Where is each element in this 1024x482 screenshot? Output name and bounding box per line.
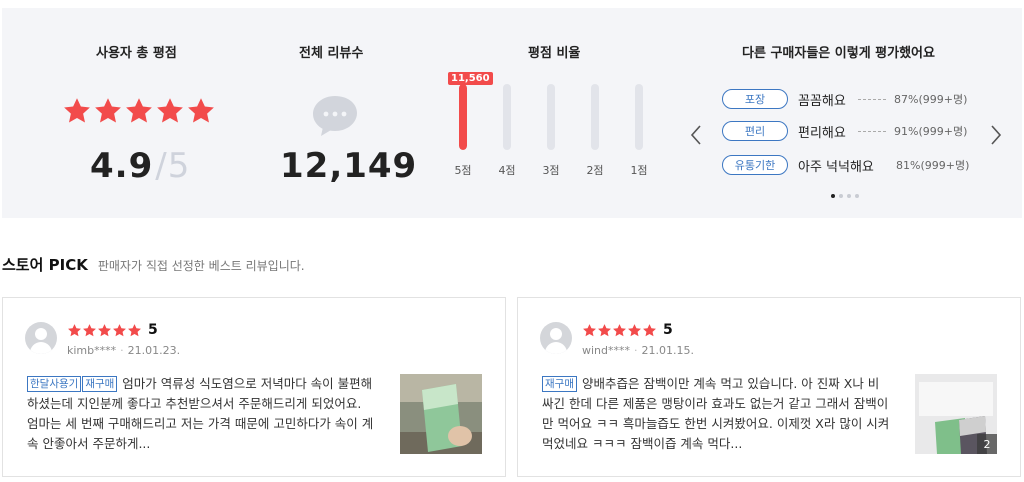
review-card[interactable]: 5 wind**** · 21.01.15. 재구매 양배추즙은 잠백이만 계속 먹… xyxy=(517,297,1021,477)
distribution-bar xyxy=(547,84,555,150)
star-icon xyxy=(126,98,152,123)
review-text[interactable]: 재구매 양배추즙은 잠백이만 계속 먹고 있습니다. 아 진짜 X나 비싸긴 한… xyxy=(542,374,890,454)
star-icon xyxy=(583,323,596,336)
avg-rating-title: 사용자 총 평점 xyxy=(96,46,177,61)
carousel-dot[interactable] xyxy=(847,194,851,198)
avg-rating-slash: / xyxy=(155,146,168,186)
store-pick-title: 스토어 PICK xyxy=(2,256,88,274)
star-icon xyxy=(188,98,214,123)
review-stars: 5 xyxy=(67,322,158,338)
chevron-left-icon[interactable] xyxy=(690,124,702,152)
rating-distribution-chart: 5점 11,560 4점 3점 2점 1점 xyxy=(448,72,668,188)
evaluation-row: 편리 편리해요 91%(999+명) xyxy=(722,120,967,142)
avg-rating-stars xyxy=(62,96,216,126)
speech-bubble-icon xyxy=(313,96,357,136)
distribution-label: 1점 xyxy=(630,164,648,177)
distribution-bar xyxy=(635,84,643,150)
star-icon xyxy=(157,98,183,123)
evaluation-title: 다른 구매자들은 이렇게 평가했어요 xyxy=(742,46,935,61)
evaluation-percent: 91%(999+명) xyxy=(894,125,968,138)
review-stars: 5 xyxy=(582,322,673,338)
avg-rating-score: 4.9/5 xyxy=(90,146,190,186)
star-icon xyxy=(113,323,126,336)
distribution-label: 2점 xyxy=(586,164,604,177)
carousel-dot[interactable] xyxy=(855,194,859,198)
rating-summary-panel: 사용자 총 평점 4.9/5 전체 리뷰수 12,149 평점 비율 5점 11,… xyxy=(2,8,1022,218)
distribution-bar xyxy=(503,84,511,150)
star-icon xyxy=(628,323,641,336)
review-photo[interactable] xyxy=(400,374,482,454)
review-tag: 재구매 xyxy=(82,376,118,392)
dashed-divider xyxy=(858,98,886,100)
review-user: kimb**** xyxy=(67,344,117,357)
evaluation-row: 포장 꼼꼼해요 87%(999+명) xyxy=(722,88,967,110)
star-icon xyxy=(613,323,626,336)
star-icon xyxy=(98,323,111,336)
star-icon xyxy=(64,98,90,123)
store-pick-subtitle: 판매자가 직접 선정한 베스트 리뷰입니다. xyxy=(97,259,305,273)
evaluation-text: 꼼꼼해요 xyxy=(798,93,846,109)
distribution-label: 5점 xyxy=(454,164,472,177)
review-meta: wind**** · 21.01.15. xyxy=(582,344,694,357)
distribution-bar xyxy=(591,84,599,150)
avg-rating-value: 4.9 xyxy=(90,146,154,186)
evaluation-percent: 81%(999+명) xyxy=(896,159,970,172)
review-count-value: 12,149 xyxy=(280,146,418,186)
review-count-title: 전체 리뷰수 xyxy=(299,46,364,61)
evaluation-row: 유통기한 아주 넉넉해요 81%(999+명) xyxy=(722,154,969,176)
review-score: 5 xyxy=(148,322,158,338)
evaluation-tag: 편리 xyxy=(722,121,788,141)
review-tag: 한달사용기 xyxy=(27,376,82,392)
review-user: wind**** xyxy=(582,344,631,357)
evaluation-text: 아주 넉넉해요 xyxy=(798,159,874,175)
star-icon xyxy=(95,98,121,123)
photo-count-badge: 2 xyxy=(977,434,997,454)
carousel-dot[interactable] xyxy=(839,194,843,198)
review-date: 21.01.15. xyxy=(641,344,694,357)
evaluation-tag: 유통기한 xyxy=(722,155,788,175)
avatar xyxy=(540,322,572,354)
chevron-right-icon[interactable] xyxy=(990,124,1002,152)
review-card[interactable]: 5 kimb**** · 21.01.23. 한달사용기 재구매 엄마가 역류성 식도… xyxy=(2,297,506,477)
distribution-label: 4점 xyxy=(498,164,516,177)
avatar xyxy=(25,322,57,354)
star-icon xyxy=(128,323,141,336)
store-pick-header: 스토어 PICK 판매자가 직접 선정한 베스트 리뷰입니다. xyxy=(2,254,305,275)
star-icon xyxy=(83,323,96,336)
evaluation-tag: 포장 xyxy=(722,89,788,109)
review-photo[interactable]: 2 xyxy=(915,374,997,454)
dashed-divider xyxy=(858,130,886,132)
review-body: 양배추즙은 잠백이만 계속 먹고 있습니다. 아 진짜 X나 비싸긴 한데 다른… xyxy=(542,376,890,451)
review-tag: 재구매 xyxy=(542,376,577,392)
carousel-dot[interactable] xyxy=(831,194,835,198)
distribution-label: 3점 xyxy=(542,164,560,177)
distribution-title: 평점 비율 xyxy=(528,46,581,61)
star-icon xyxy=(643,323,656,336)
carousel-dots xyxy=(831,194,859,198)
distribution-bar-fill xyxy=(459,84,467,150)
distribution-bar xyxy=(459,84,467,150)
review-score: 5 xyxy=(663,322,673,338)
avg-rating-max: 5 xyxy=(167,146,191,186)
review-text[interactable]: 한달사용기 재구매 엄마가 역류성 식도염으로 저녁마다 속이 불편해 하셨는데 … xyxy=(27,374,375,454)
star-icon xyxy=(598,323,611,336)
evaluation-percent: 87%(999+명) xyxy=(894,93,968,106)
review-meta: kimb**** · 21.01.23. xyxy=(67,344,181,357)
evaluation-text: 편리해요 xyxy=(798,125,846,141)
review-date: 21.01.23. xyxy=(127,344,181,357)
distribution-count-badge: 11,560 xyxy=(448,72,493,85)
star-icon xyxy=(68,323,81,336)
